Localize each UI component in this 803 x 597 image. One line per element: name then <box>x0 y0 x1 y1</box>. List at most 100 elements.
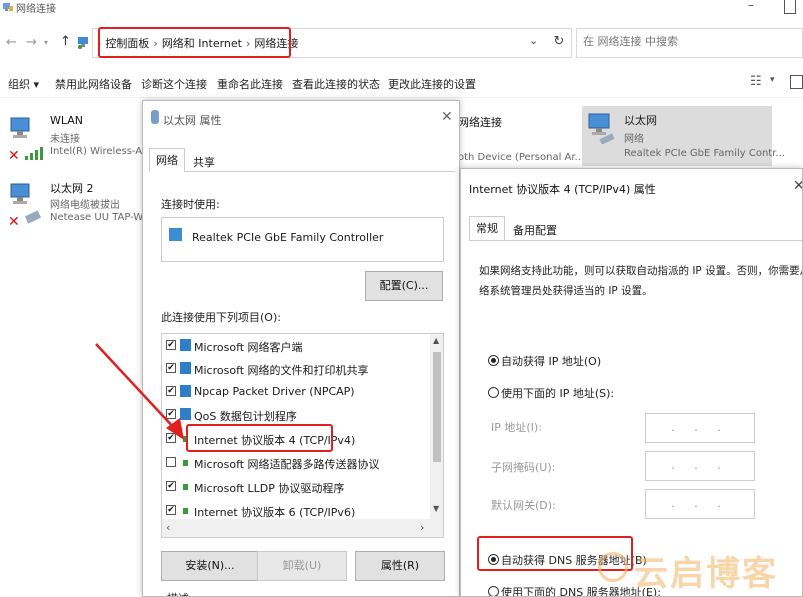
item-label: QoS 数据包计划程序 <box>194 410 297 423</box>
forward-button[interactable]: → <box>26 35 37 50</box>
back-button[interactable]: ← <box>6 35 17 50</box>
recent-dropdown-icon[interactable]: ▾ <box>44 38 48 47</box>
tab-sharing[interactable]: 共享 <box>187 151 221 173</box>
network-cable-icon <box>24 210 44 227</box>
default-gateway-label: 默认网关(D): <box>491 499 556 512</box>
auto-ip-radio[interactable] <box>488 355 499 366</box>
chevron-down-icon[interactable]: ⌄ <box>529 34 538 47</box>
up-button[interactable]: ↑ <box>60 34 71 49</box>
items-label: 此连接使用下列项目(O): <box>161 311 281 324</box>
manual-ip-label[interactable]: 使用下面的 IP 地址(S): <box>501 385 614 401</box>
adapter-name: 以太网 2 <box>50 182 94 195</box>
control-panel-icon <box>77 36 89 52</box>
adapter-name: WLAN <box>50 114 84 127</box>
chevron-up-icon[interactable]: ▲ <box>433 336 439 345</box>
auto-ip-label[interactable]: 自动获得 IP 地址(O) <box>501 353 601 369</box>
description-text-line-2: 络系统管理员处获得适当的 IP 设置。 <box>479 285 653 297</box>
watermark-text: 云启博客 <box>634 554 778 594</box>
dialog-title: Internet 协议版本 4 (TCP/IPv4) 属性 <box>469 183 656 196</box>
checkbox[interactable]: ✔ <box>166 505 176 515</box>
adapter-ethernet-2[interactable]: ✕ 以太网 2 网络电缆被拔出 Netease UU TAP-Win <box>2 178 152 233</box>
chevron-right-icon[interactable]: › <box>420 521 424 534</box>
preview-pane-icon[interactable] <box>790 75 803 89</box>
properties-button[interactable]: 属性(R) <box>355 551 445 581</box>
tab-network[interactable]: 网络 <box>149 148 185 172</box>
view-options-icon[interactable]: ☷ <box>750 74 762 89</box>
description-text-line-1: 如果网络支持此功能，则可以获取自动指派的 IP 设置。否则，你需要从网 <box>479 265 803 277</box>
protocol-icon <box>180 480 191 492</box>
uninstall-button[interactable]: 卸载(U) <box>257 551 347 581</box>
connect-using-label: 连接时使用: <box>161 198 220 211</box>
manual-dns-radio[interactable] <box>488 586 499 596</box>
title-bar: 网络连接 – <box>0 0 803 20</box>
item-label: Npcap Packet Driver (NPCAP) <box>194 385 355 398</box>
checkbox[interactable]: ✔ <box>166 481 176 491</box>
disconnected-x-icon: ✕ <box>8 214 20 230</box>
adapter-name: 以太网 <box>624 114 657 127</box>
diagnose-button[interactable]: 诊断这个连接 <box>141 76 207 92</box>
vertical-scrollbar[interactable]: ▲ ▼ <box>430 334 443 519</box>
adapter-ethernet[interactable]: 以太网 网络 Realtek PCIe GbE Family Contr... <box>582 106 785 166</box>
tcpipv4-highlight-annotation <box>186 424 333 452</box>
disconnected-x-icon: ✕ <box>8 148 20 164</box>
refresh-button[interactable]: ↻ <box>546 28 572 58</box>
horizontal-scrollbar[interactable]: ‹ › <box>162 519 443 537</box>
item-label: Internet 协议版本 6 (TCP/IPv6) <box>194 506 356 519</box>
item-label: Microsoft LLDP 协议驱动程序 <box>194 482 345 495</box>
install-button[interactable]: 安装(N)... <box>161 551 259 581</box>
description-label: 描述 <box>167 590 189 596</box>
item-label: Microsoft 网络的文件和打印机共享 <box>194 364 369 377</box>
address-highlight-annotation <box>98 27 291 58</box>
adapter-box: Realtek PCIe GbE Family Controller <box>161 217 444 262</box>
protocol-icon <box>180 456 191 468</box>
search-box[interactable] <box>576 28 803 58</box>
chevron-down-icon[interactable]: ▼ <box>433 504 439 513</box>
ip-address-field[interactable]: . . . <box>645 413 755 443</box>
computer-icon <box>586 112 616 147</box>
signal-bars-icon <box>24 146 44 163</box>
network-card-icon <box>169 228 182 241</box>
maximize-button[interactable] <box>784 0 796 14</box>
adapter-status: 未连接 <box>50 134 80 145</box>
adapter-status: 网络 <box>624 134 644 145</box>
adapter-device: Realtek PCIe GbE Family Contr... <box>624 148 785 159</box>
close-icon[interactable]: ✕ <box>793 178 802 194</box>
protocol-icon <box>180 504 191 516</box>
adapter-wlan[interactable]: ✕ WLAN 未连接 Intel(R) Wireless-AC 9 <box>2 112 159 167</box>
item-label: Microsoft 网络客户端 <box>194 341 303 354</box>
search-input[interactable] <box>583 35 793 48</box>
tab-alternate-config[interactable]: 备用配置 <box>507 219 563 241</box>
scrollbar-thumb[interactable] <box>433 352 441 462</box>
disable-device-button[interactable]: 禁用此网络设备 <box>55 76 132 92</box>
close-icon[interactable]: ✕ <box>441 109 453 125</box>
item-label: Microsoft 网络适配器多路传送器协议 <box>194 458 380 471</box>
checkbox[interactable] <box>166 457 176 467</box>
watermark: 云启博客 <box>598 546 803 594</box>
computer-icon <box>8 116 34 146</box>
tab-general[interactable]: 常规 <box>469 216 505 240</box>
adapter-device: oth Device (Personal Ar... <box>458 152 585 163</box>
chevron-down-icon[interactable]: ▾ <box>770 75 775 85</box>
ipv4-properties-dialog: Internet 协议版本 4 (TCP/IPv4) 属性 ✕ 常规 备用配置 … <box>460 168 803 597</box>
minimize-button[interactable]: – <box>748 0 766 14</box>
view-status-button[interactable]: 查看此连接的状态 <box>292 76 380 92</box>
subnet-mask-field[interactable]: . . . <box>645 451 755 481</box>
ip-address-label: IP 地址(I): <box>491 421 542 434</box>
default-gateway-field[interactable]: . . . <box>645 489 755 519</box>
subnet-mask-label: 子网掩码(U): <box>491 461 556 474</box>
network-adapter-icon <box>151 110 159 124</box>
organize-menu[interactable]: 组织 ▾ <box>8 76 39 92</box>
rename-button[interactable]: 重命名此连接 <box>217 76 283 92</box>
computer-icon <box>8 182 34 212</box>
command-toolbar: 组织 ▾ 禁用此网络设备 诊断这个连接 重命名此连接 查看此连接的状态 更改此连… <box>0 66 803 98</box>
dialog-title: 以太网 属性 <box>163 114 222 127</box>
window-title: 网络连接 <box>16 4 56 15</box>
red-arrow-annotation <box>90 340 200 450</box>
chevron-left-icon[interactable]: ‹ <box>166 521 170 534</box>
configure-button[interactable]: 配置(C)... <box>365 271 443 301</box>
manual-ip-radio[interactable] <box>488 387 499 398</box>
watermark-logo-icon <box>598 552 628 582</box>
change-settings-button[interactable]: 更改此连接的设置 <box>388 76 476 92</box>
adapter-device: Netease UU TAP-Win <box>50 212 153 223</box>
adapter-status: 网络电缆被拔出 <box>50 200 120 211</box>
